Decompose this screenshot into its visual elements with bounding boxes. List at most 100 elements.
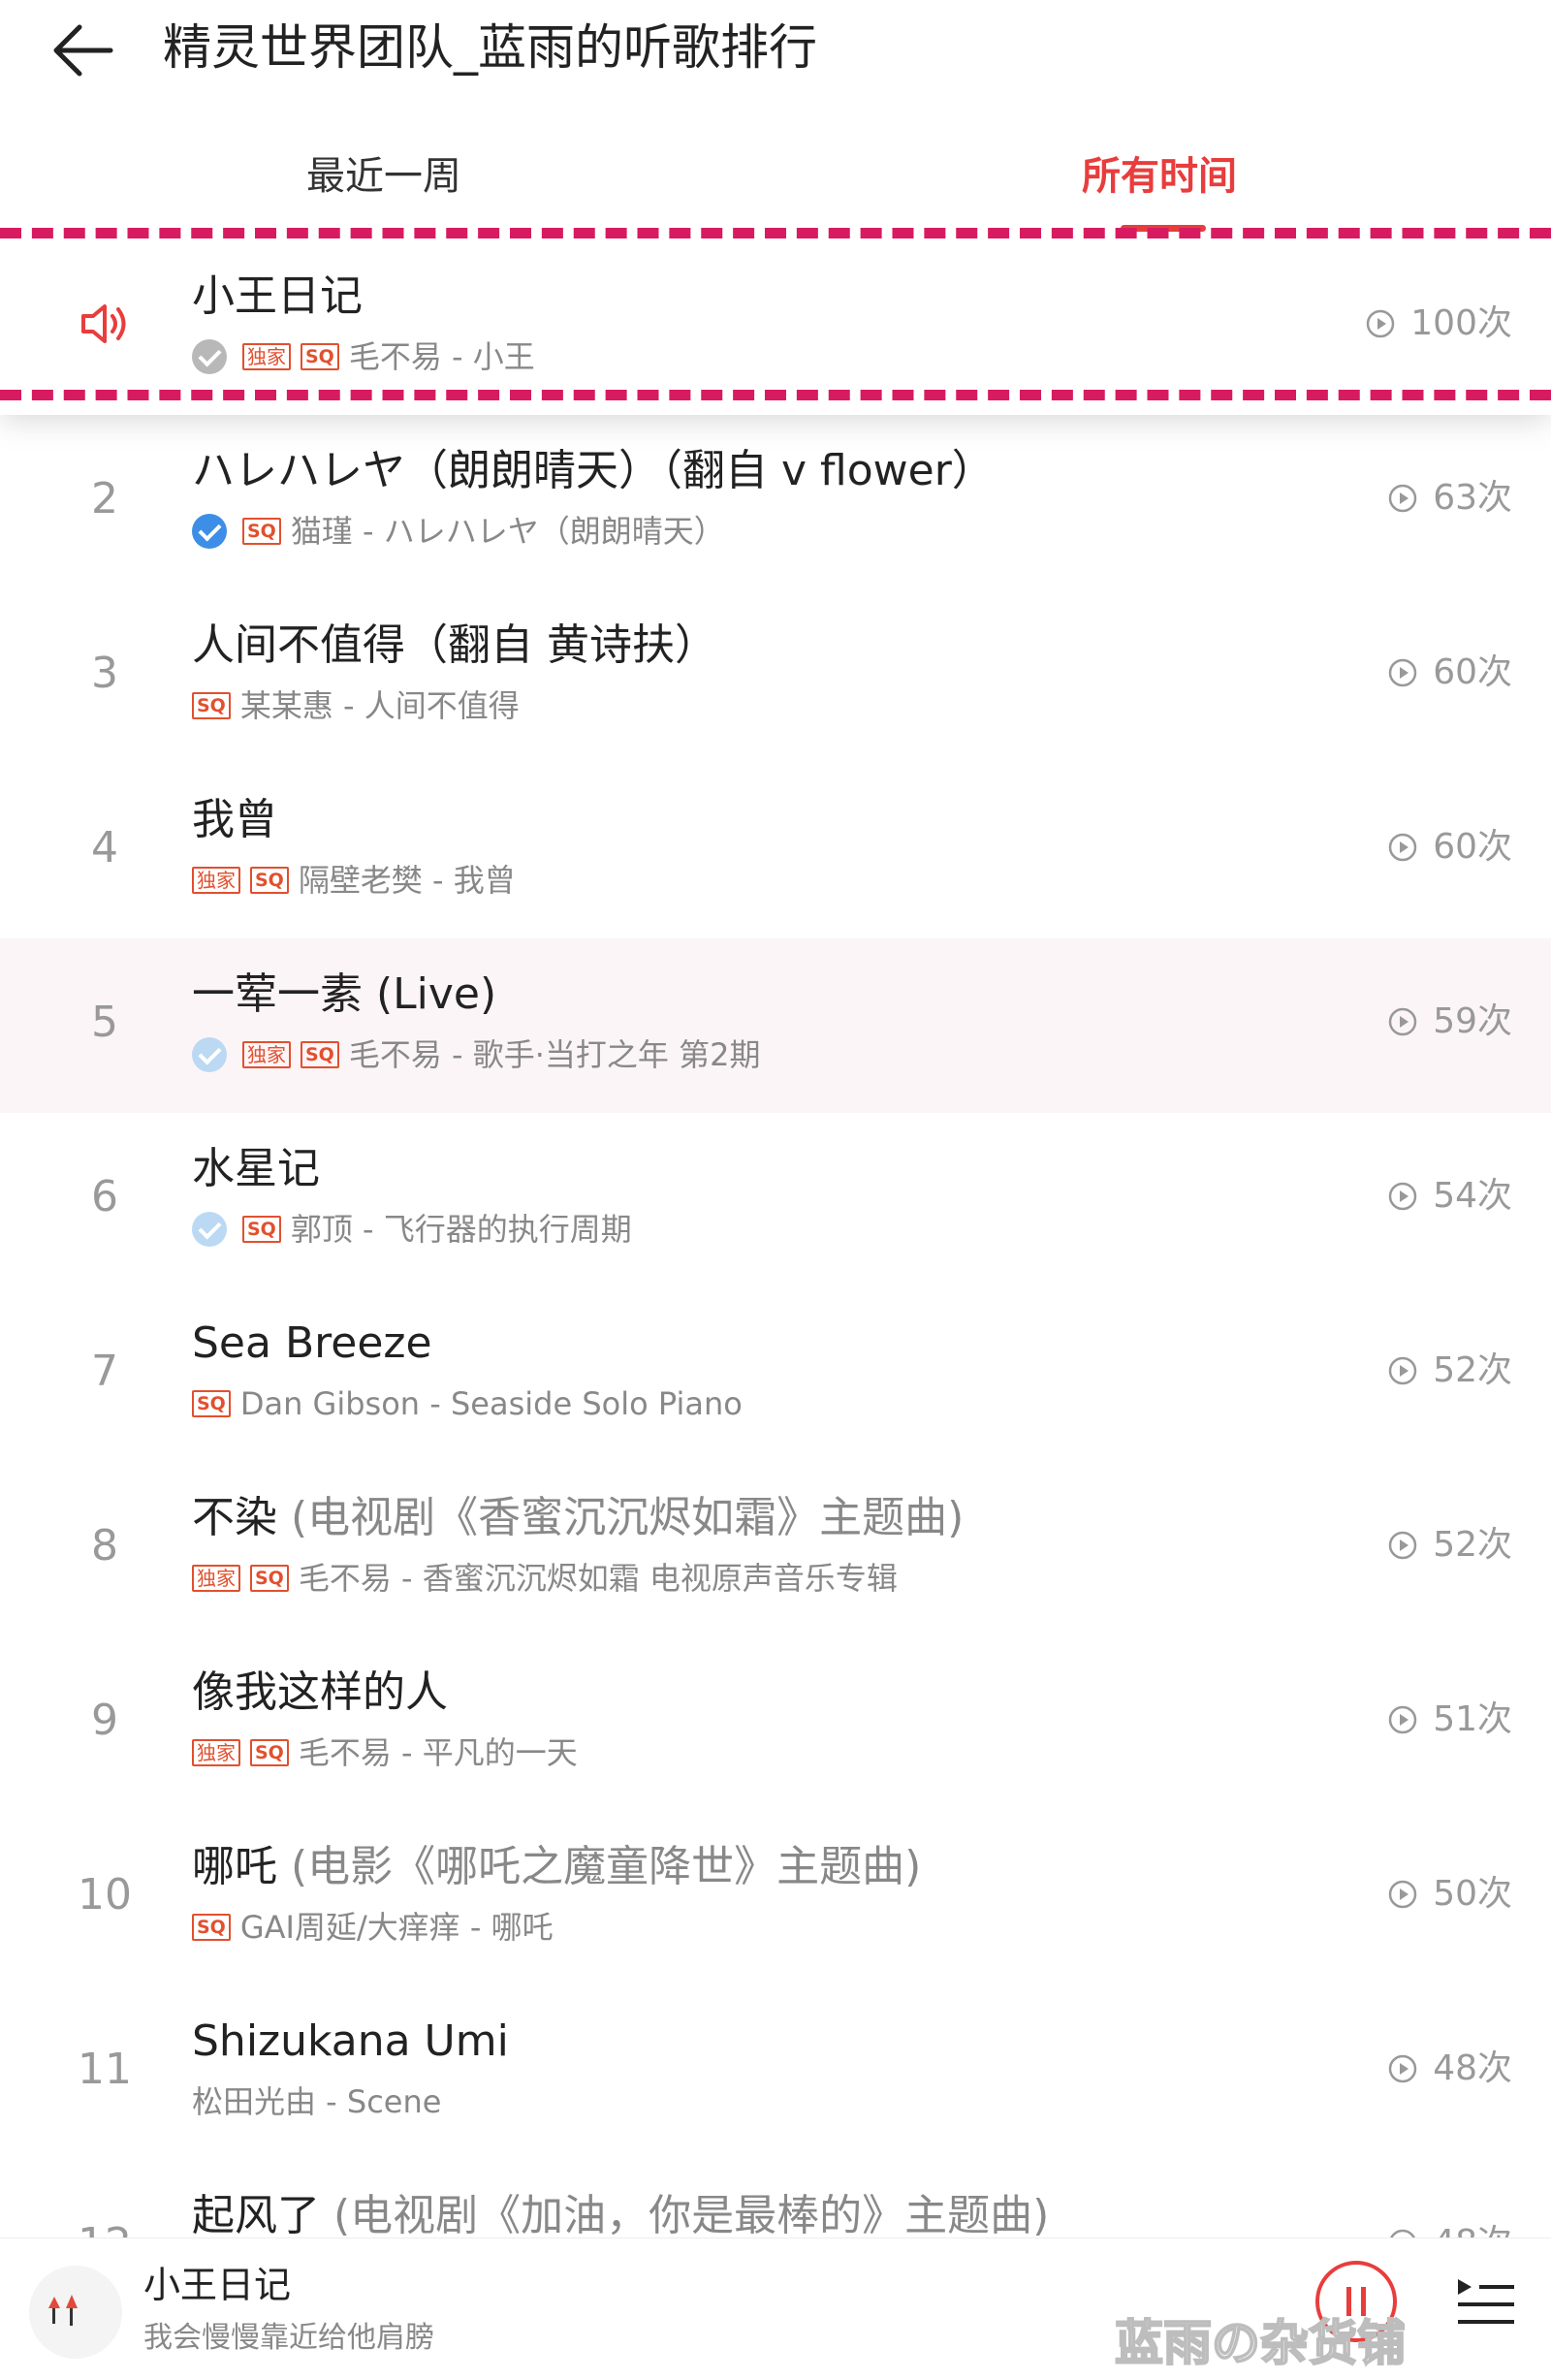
exclusive-tag: 独家 (242, 343, 291, 370)
song-title: 我曾 (192, 791, 277, 849)
play-circle-icon (1388, 833, 1417, 862)
artist-album: 某某惠 - 人间不值得 (239, 687, 520, 724)
playlist-queue-icon[interactable] (1454, 2271, 1518, 2330)
song-title: 起风了 (电视剧《加油，你是最棒的》主题曲) (192, 2187, 1049, 2237)
song-title: 不染 (电视剧《香蜜沉沉烬如霜》主题曲) (192, 1489, 964, 1547)
tab-bar: 最近一周 所有时间 (0, 136, 1551, 233)
song-title: 哪吒 (电影《哪吒之魔童降世》主题曲) (192, 1838, 921, 1896)
song-row[interactable]: 2 ハレハレヤ（朗朗晴天）（翻自 v flower） SQ 猫瑾 - ハレハレヤ（朗朗… (0, 415, 1551, 589)
play-count-value: 52次 (1433, 1525, 1512, 1565)
play-count: 50次 (1388, 1871, 1512, 1918)
rank-number: 12 (58, 2214, 151, 2237)
tab-recent-week[interactable]: 最近一周 (306, 149, 461, 204)
song-meta: 独家 SQ 毛不易 - 歌手·当打之年 第2期 (192, 1031, 760, 1078)
song-ranking-list[interactable]: 小王日记独家 SQ 毛不易 - 小王 100次 2 ハレハレヤ（朗朗晴天）（翻自 v fl… (0, 240, 1551, 2237)
rank-number: 11 (78, 2045, 132, 2094)
play-count: 59次 (1388, 999, 1512, 1045)
song-row[interactable]: 7 Sea Breeze SQ Dan Gibson - Seaside Solo P… (0, 1287, 1551, 1462)
song-title: Sea Breeze (192, 1315, 432, 1373)
rank-number: 6 (91, 1172, 118, 1222)
exclusive-tag: 独家 (192, 1565, 240, 1592)
play-circle-icon (1388, 1705, 1417, 1734)
song-meta: 独家 SQ 毛不易 - 小王 (192, 333, 535, 380)
sq-quality-tag: SQ (192, 692, 231, 719)
song-title-main: ハレハレヤ（朗朗晴天）（翻自 v flower） (192, 446, 995, 495)
song-title-subtitle: (电影《哪吒之魔童降世》主题曲) (291, 1842, 922, 1891)
now-playing-title: 小王日记 (143, 2264, 292, 2306)
play-count: 52次 (1388, 1348, 1512, 1394)
song-meta: SQ 郭顶 - 飞行器的执行周期 (192, 1206, 632, 1253)
play-circle-icon (1388, 2054, 1417, 2083)
song-title: 像我这样的人 (192, 1664, 448, 1722)
exclusive-tag: 独家 (192, 867, 240, 894)
play-circle-icon (1390, 2229, 1416, 2237)
song-meta: SQ Dan Gibson - Seaside Solo Piano (192, 1380, 743, 1427)
artist-album: Dan Gibson - Seaside Solo Piano (239, 1385, 743, 1422)
play-count-value: 48次 (1433, 2048, 1512, 2088)
song-meta: 松田光由 - Scene (192, 2079, 441, 2125)
exclusive-tag: 独家 (192, 1739, 240, 1766)
song-title-main: 哪吒 (192, 1842, 291, 1891)
song-title-main: 人间不值得（翻自 黄诗扶） (192, 620, 717, 670)
song-title-main: Sea Breeze (192, 1318, 432, 1368)
song-title-main: 我曾 (192, 795, 277, 844)
rank-number: 7 (91, 1347, 118, 1396)
play-count: 60次 (1388, 650, 1512, 696)
song-row[interactable]: 3 人间不值得（翻自 黄诗扶） SQ 某某惠 - 人间不值得 60次 (0, 589, 1551, 764)
song-row[interactable]: 8 不染 (电视剧《香蜜沉沉烬如霜》主题曲) 独家 SQ 毛不易 - 香蜜沉沉烬如霜 电… (0, 1462, 1551, 1636)
song-row[interactable]: 6 水星记 SQ 郭顶 - 飞行器的执行周期 54次 (0, 1113, 1551, 1287)
back-arrow-icon[interactable] (47, 14, 120, 87)
song-row[interactable]: 4 我曾独家 SQ 隔壁老樊 - 我曾 60次 (0, 764, 1551, 938)
rank-number: 2 (91, 474, 118, 524)
play-circle-icon (1388, 1880, 1417, 1909)
song-title-subtitle: (电视剧《加油，你是最棒的》主题曲) (333, 2191, 1050, 2237)
song-meta: 独家 SQ 隔壁老樊 - 我曾 (192, 857, 516, 904)
song-meta: SQ 猫瑾 - ハレハレヤ（朗朗晴天） (192, 508, 725, 555)
song-title-main: 一荤一素 (Live) (192, 969, 497, 1019)
song-row[interactable]: 小王日记独家 SQ 毛不易 - 小王 100次 (0, 240, 1551, 415)
song-title: 小王日记 (192, 268, 363, 326)
song-row[interactable]: 11 Shizukana Umi 松田光由 - Scene 48次 (0, 1985, 1551, 2160)
song-title: Shizukana Umi (192, 2013, 509, 2071)
rank-number: 4 (91, 823, 118, 873)
sq-quality-tag: SQ (192, 1390, 231, 1417)
artist-album: 猫瑾 - ハレハレヤ（朗朗晴天） (290, 513, 725, 550)
play-circle-icon (1388, 658, 1417, 687)
speaker-playing-icon (81, 304, 126, 343)
highlight-dash-bottom (0, 390, 1551, 400)
song-row[interactable]: 9 像我这样的人 独家 SQ 毛不易 - 平凡的一天 51次 (0, 1636, 1551, 1811)
play-count-value: 60次 (1433, 827, 1512, 867)
artist-album: 隔壁老樊 - 我曾 (298, 862, 516, 899)
watermark: 蓝雨の杂货铺 (1114, 2314, 1407, 2372)
song-title: ハレハレヤ（朗朗晴天）（翻自 v flower） (192, 442, 995, 500)
album-cover[interactable] (29, 2266, 122, 2359)
tab-all-time[interactable]: 所有时间 (1082, 149, 1237, 204)
play-circle-icon (1388, 1182, 1417, 1211)
artist-album: GAI周延/大痒痒 - 哪吒 (239, 1909, 554, 1946)
song-row[interactable]: 5 一荤一素 (Live) 独家 SQ 毛不易 - 歌手·当打之年 第2期 59次 (0, 938, 1551, 1113)
artist-album: 松田光由 - Scene (192, 2083, 442, 2120)
play-circle-icon (1367, 309, 1395, 338)
play-count-value: 54次 (1433, 1176, 1512, 1216)
play-count-value: 60次 (1433, 652, 1512, 692)
song-row[interactable]: 12 起风了 (电视剧《加油，你是最棒的》主题曲) 48次 (0, 2160, 1551, 2237)
rank-number: 10 (78, 1870, 132, 1920)
play-count-value: 63次 (1433, 478, 1512, 518)
sq-quality-tag: SQ (192, 1914, 231, 1941)
play-count: 63次 (1388, 475, 1512, 522)
song-row[interactable]: 10 哪吒 (电影《哪吒之魔童降世》主题曲) SQ GAI周延/大痒痒 - 哪吒 50次 (0, 1811, 1551, 1985)
verified-check-icon (192, 1037, 227, 1072)
song-title: 人间不值得（翻自 黄诗扶） (192, 617, 717, 675)
sq-quality-tag: SQ (301, 1041, 339, 1068)
play-count-value: 52次 (1433, 1350, 1512, 1390)
song-meta: 独家 SQ 毛不易 - 香蜜沉沉烬如霜 电视原声音乐专辑 (192, 1555, 898, 1602)
verified-check-icon (192, 514, 227, 549)
song-title-main: 起风了 (192, 2191, 333, 2237)
page-title: 精灵世界团队_蓝雨的听歌排行 (163, 19, 817, 76)
song-meta: SQ GAI周延/大痒痒 - 哪吒 (192, 1904, 554, 1951)
song-meta: 独家 SQ 毛不易 - 平凡的一天 (192, 1729, 578, 1776)
artist-album: 郭顶 - 飞行器的执行周期 (290, 1211, 632, 1248)
play-count: 54次 (1388, 1173, 1512, 1220)
sq-quality-tag: SQ (250, 867, 289, 894)
play-count-value: 100次 (1410, 303, 1512, 343)
